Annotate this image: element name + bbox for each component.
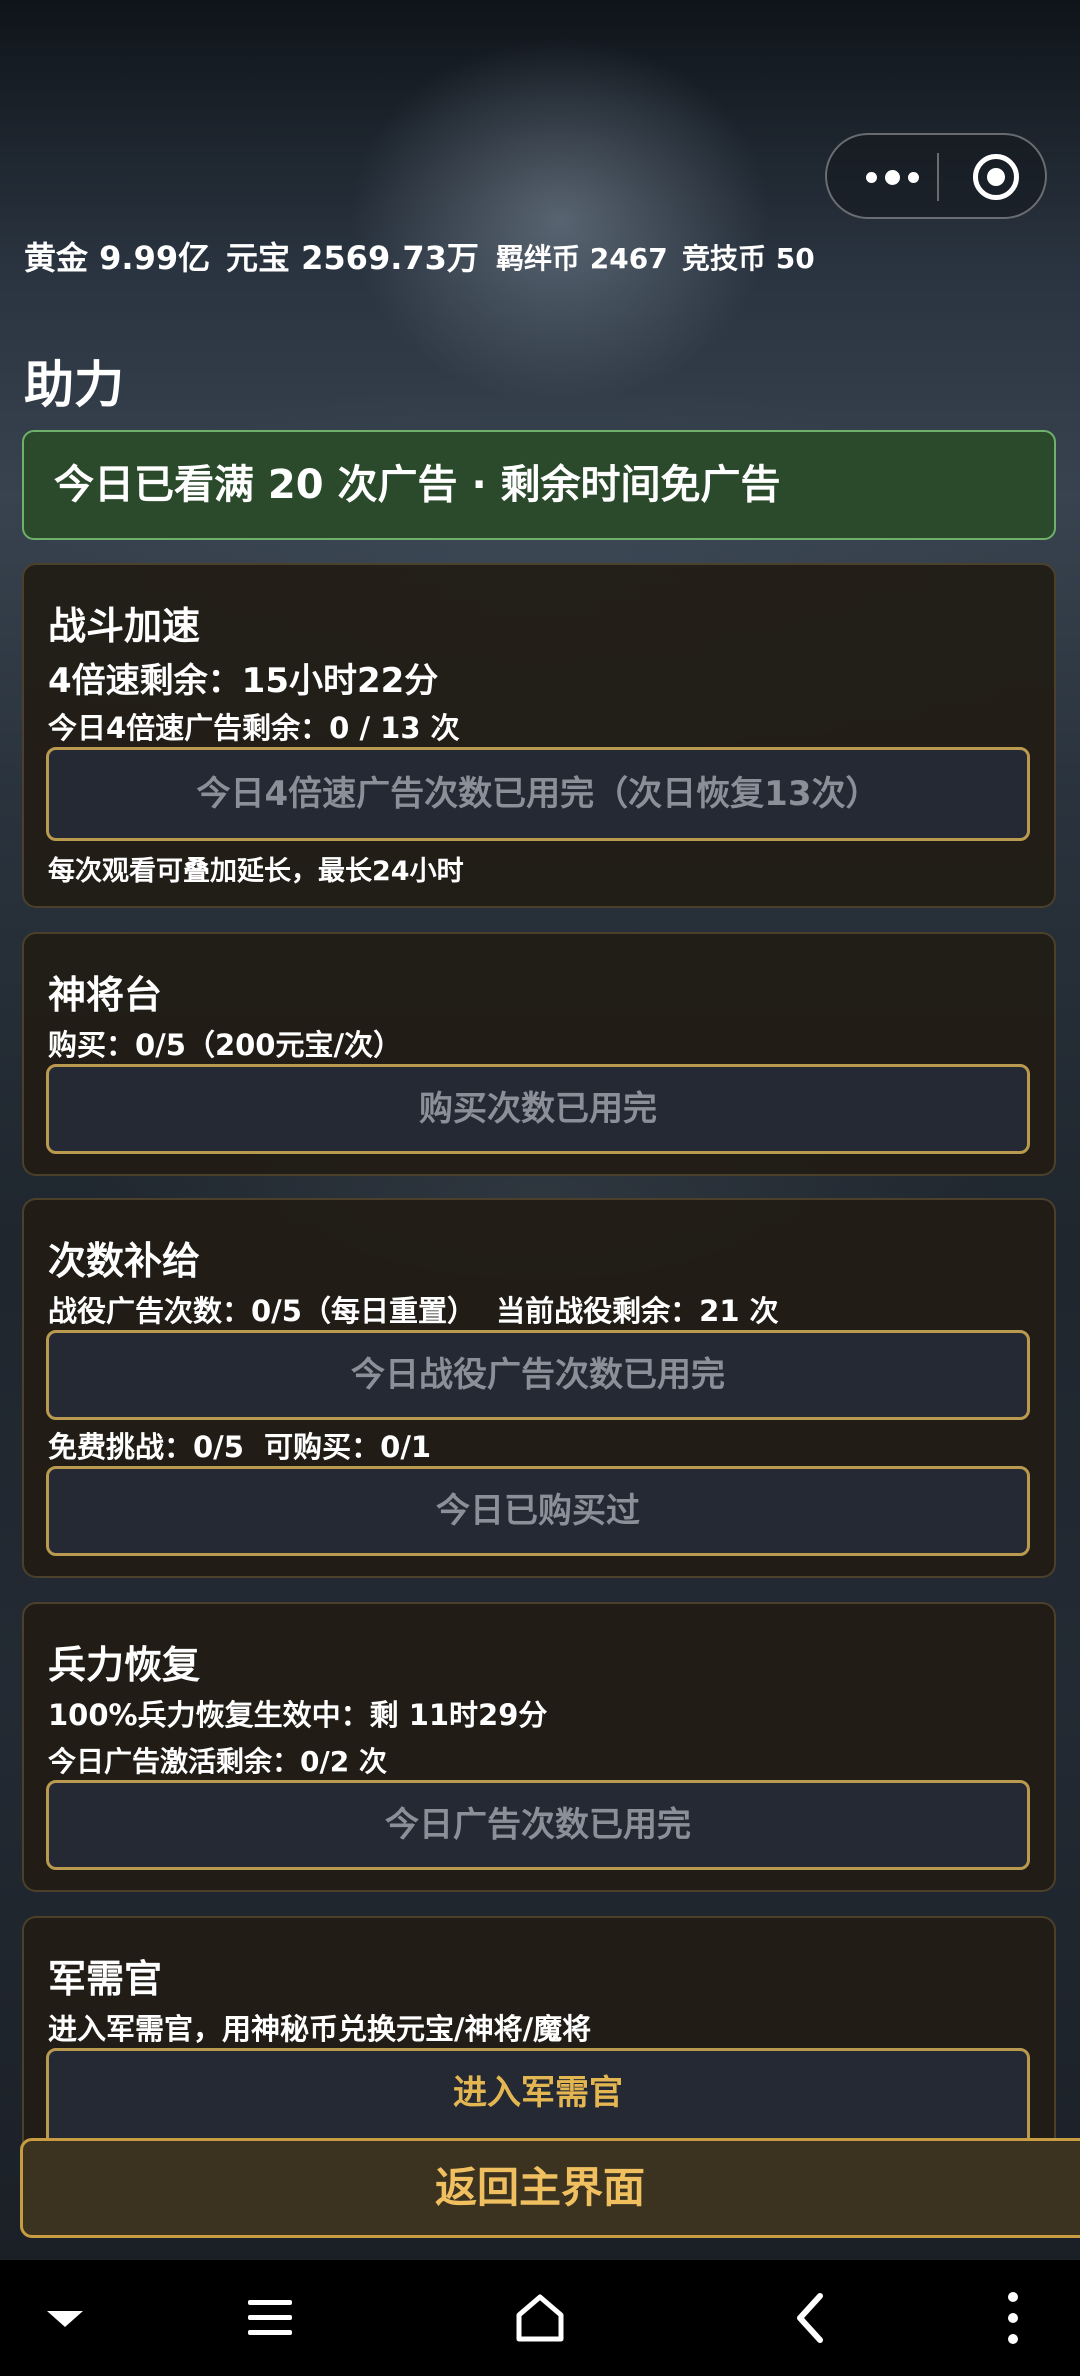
troop-ad-button[interactable]: 今日广告次数已用完 <box>46 1780 1030 1870</box>
menu-icon[interactable] <box>240 2288 300 2348</box>
card-title: 军需官 <box>48 1957 163 2001</box>
arena-coin-amount: 竞技币 50 <box>682 242 815 275</box>
card-title: 兵力恢复 <box>48 1643 201 1687</box>
speed-note-text: 每次观看可叠加延长，最长24小时 <box>48 856 464 887</box>
ad-status-banner: 今日已看满 20 次广告 · 剩余时间免广告 <box>22 430 1056 540</box>
card-title: 战斗加速 <box>48 604 201 648</box>
speed-ads-left-text: 今日4倍速广告剩余：0 / 13 次 <box>48 711 460 745</box>
capsule-divider <box>937 153 939 201</box>
troop-recovery-card: 兵力恢复 100%兵力恢复生效中：剩 11时29分 今日广告激活剩余：0/2 次… <box>22 1602 1056 1892</box>
free-challenge-text: 免费挑战：0/5 可购买：0/1 <box>48 1430 432 1464</box>
back-icon[interactable] <box>780 2288 840 2348</box>
quartermaster-desc-text: 进入军需官，用神秘币兑换元宝/神将/魔将 <box>48 2012 592 2046</box>
challenge-buy-button[interactable]: 今日已购买过 <box>46 1466 1030 1556</box>
more-vertical-icon[interactable] <box>983 2288 1043 2348</box>
jiban-coin-amount: 羁绊币 2467 <box>496 242 668 275</box>
gold-amount: 黄金 9.99亿 <box>24 239 211 277</box>
assist-page: 黄金 9.99亿 元宝 2569.73万 羁绊币 2467 竞技币 50 助力 … <box>0 0 1080 2260</box>
return-main-button[interactable]: 返回主界面 <box>20 2138 1080 2238</box>
yuanbao-amount: 元宝 2569.73万 <box>226 239 479 277</box>
chevron-down-icon[interactable] <box>35 2288 95 2348</box>
enter-quartermaster-button[interactable]: 进入军需官 <box>46 2048 1030 2148</box>
target-close-icon[interactable] <box>973 154 1019 200</box>
quartermaster-card: 军需官 进入军需官，用神秘币兑换元宝/神将/魔将 进入军需官 <box>22 1916 1056 2148</box>
speed-remaining-text: 4倍速剩余：15小时22分 <box>48 661 439 701</box>
campaign-ad-button[interactable]: 今日战役广告次数已用完 <box>46 1330 1030 1420</box>
home-icon[interactable] <box>510 2288 570 2348</box>
campaign-ads-text: 战役广告次数：0/5（每日重置） 当前战役剩余：21 次 <box>48 1294 779 1328</box>
battle-speed-card: 战斗加速 4倍速剩余：15小时22分 今日4倍速广告剩余：0 / 13 次 今日… <box>22 563 1056 908</box>
system-nav-bar <box>0 2260 1080 2376</box>
troop-ads-left-text: 今日广告激活剩余：0/2 次 <box>48 1745 387 1778</box>
shrine-purchase-text: 购买：0/5（200元宝/次） <box>48 1028 403 1062</box>
more-dots-icon[interactable] <box>857 155 927 199</box>
shrine-buy-button[interactable]: 购买次数已用完 <box>46 1064 1030 1154</box>
troop-status-text: 100%兵力恢复生效中：剩 11时29分 <box>48 1698 548 1732</box>
speed-ad-button[interactable]: 今日4倍速广告次数已用完（次日恢复13次） <box>46 747 1030 841</box>
mini-program-capsule <box>825 133 1047 219</box>
shrine-card: 神将台 购买：0/5（200元宝/次） 购买次数已用完 <box>22 932 1056 1176</box>
card-title: 神将台 <box>48 973 163 1017</box>
page-title: 助力 <box>24 356 124 414</box>
supply-card: 次数补给 战役广告次数：0/5（每日重置） 当前战役剩余：21 次 今日战役广告… <box>22 1198 1056 1578</box>
card-title: 次数补给 <box>48 1239 201 1283</box>
